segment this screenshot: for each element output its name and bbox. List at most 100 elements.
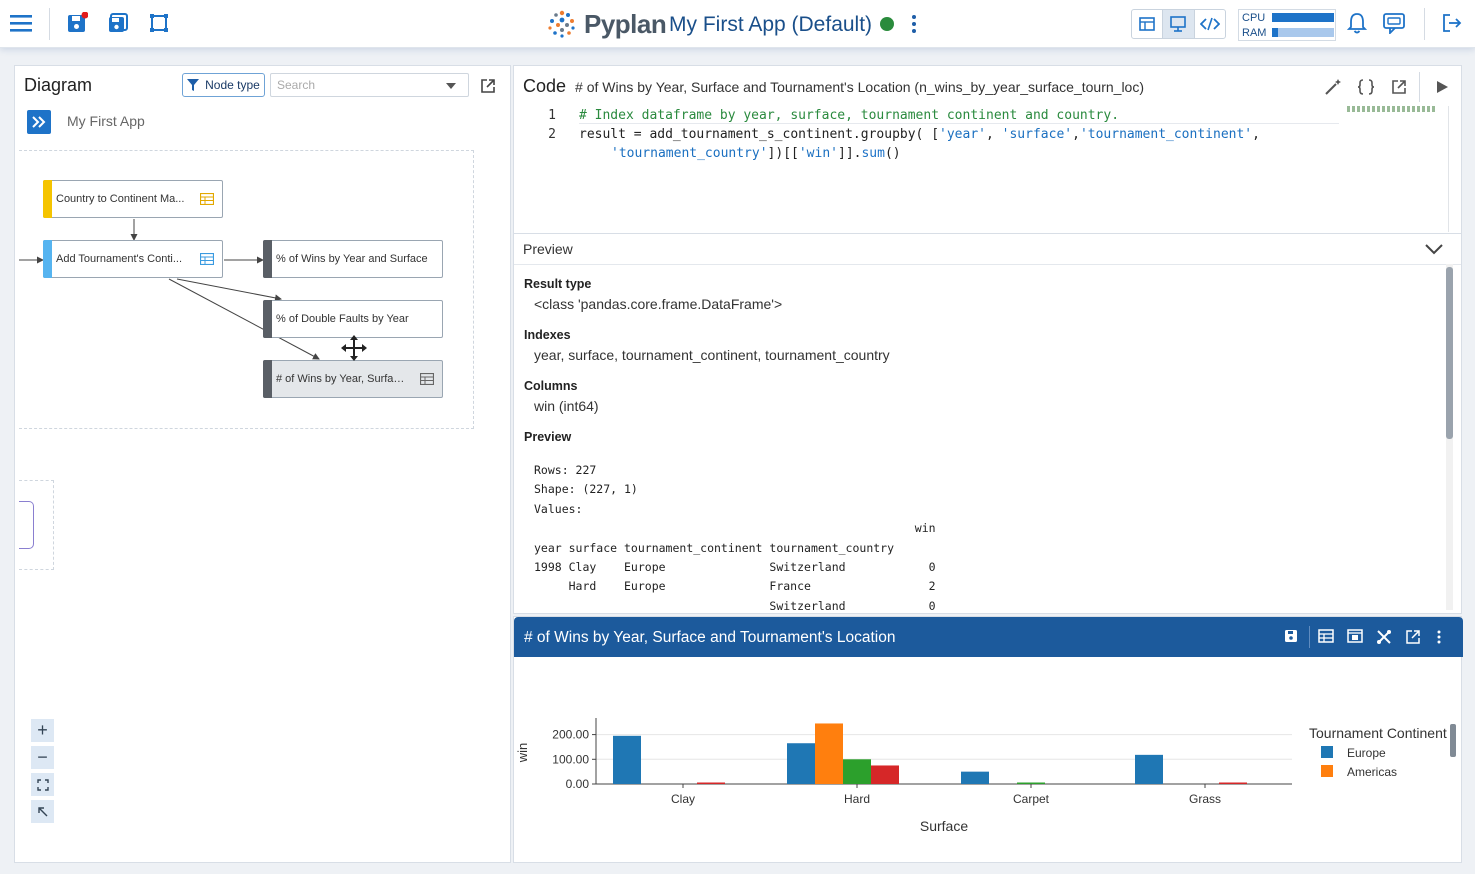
legend-swatch: [1321, 765, 1333, 777]
code-view-icon[interactable]: [1195, 10, 1225, 38]
preview-panel: Preview Result type <class 'pandas.core.…: [513, 233, 1462, 614]
code-heading: Code: [523, 76, 567, 96]
zoom-in-label: +: [37, 720, 48, 740]
code-function: sum: [861, 146, 885, 161]
code-token: ]].: [838, 146, 862, 161]
node-title: # of Wins by Year, Surface and Tournamen…: [575, 79, 1145, 95]
node-color-bar: [43, 180, 52, 218]
code-string: 'surface': [1001, 127, 1073, 142]
bar-grass-0: [1135, 754, 1163, 784]
code-token: ])[[: [767, 146, 799, 161]
dataframe-preview-text: Rows: 227 Shape: (227, 1) Values: win ye…: [534, 463, 936, 610]
fit-view-icon[interactable]: [30, 772, 55, 797]
legend-swatch: [1321, 746, 1333, 758]
fullscreen-icon[interactable]: [146, 10, 172, 36]
node-color-bar: [263, 300, 272, 338]
logout-icon[interactable]: [1439, 10, 1465, 36]
save-icon[interactable]: [1284, 629, 1300, 645]
zoom-out-button[interactable]: −: [30, 745, 55, 770]
indexes-label: Indexes: [524, 328, 571, 342]
result-type-value: <class 'pandas.core.frame.DataFrame'>: [534, 296, 783, 312]
open-external-icon[interactable]: [1405, 629, 1421, 645]
breadcrumb[interactable]: My First App: [67, 113, 145, 129]
code-header: Code # of Wins by Year, Surface and Tour…: [523, 76, 1144, 97]
y-tick-label: 100.00: [552, 752, 589, 766]
code-string: 'tournament_continent': [1079, 127, 1253, 142]
code-token: result = add_tournament_s_continent.grou…: [579, 127, 940, 142]
diagram-node-selected[interactable]: # of Wins by Year, Surfac...: [263, 360, 443, 398]
line-number: 1: [548, 108, 556, 123]
expand-sidebar-icon[interactable]: [27, 110, 51, 134]
legend-entry: Europe: [1347, 746, 1386, 760]
chat-icon[interactable]: [1381, 10, 1407, 36]
node-label: % of Double Faults by Year: [276, 313, 409, 325]
app-menu-kebab-icon[interactable]: [908, 13, 920, 35]
legend-scrollbar: [1450, 724, 1456, 757]
table-icon[interactable]: [1318, 629, 1334, 645]
columns-label: Columns: [524, 379, 578, 393]
braces-icon[interactable]: [1357, 78, 1375, 96]
diagram-node[interactable]: % of Double Faults by Year: [263, 300, 443, 338]
app-title: My First App (Default): [669, 13, 873, 36]
presentation-view-icon[interactable]: [1163, 10, 1195, 38]
editor-scrollbar[interactable]: [1448, 106, 1449, 232]
code-string: 'tournament_country': [611, 146, 768, 161]
toolbar-separator: [1419, 72, 1420, 102]
top-bar: Pyplan My First App (Default) CPU RAM: [0, 0, 1475, 48]
x-tick-label: Carpet: [1013, 792, 1050, 806]
code-token: ,: [1072, 127, 1080, 142]
pivot-icon[interactable]: [1347, 629, 1363, 645]
toolbar-separator: [1309, 626, 1310, 648]
open-external-icon[interactable]: [1390, 78, 1408, 96]
table-view-icon[interactable]: [1132, 10, 1164, 38]
code-token: ,: [1252, 127, 1260, 142]
magic-wand-icon[interactable]: [1324, 78, 1342, 96]
chart-panel: # of Wins by Year, Surface and Tournamen…: [513, 616, 1463, 863]
table-icon: [200, 253, 214, 265]
node-type-filter-button[interactable]: Node type: [182, 73, 265, 97]
zoom-in-button[interactable]: +: [30, 718, 55, 743]
bar-chart[interactable]: 0.00 100.00 200.00 Clay Hard Carpet Grass Surfa…: [514, 658, 1463, 863]
go-to-parent-icon[interactable]: [30, 799, 55, 824]
logo-icon: [548, 10, 575, 38]
divider: [514, 264, 1461, 265]
filter-icon: [187, 79, 200, 91]
diagram-node[interactable]: Add Tournament's Conti...: [43, 240, 223, 278]
current-line-highlight: [579, 123, 1339, 124]
diagram-search-input[interactable]: Search: [270, 73, 469, 97]
open-external-icon[interactable]: [479, 77, 497, 95]
diagram-node[interactable]: Country to Continent Ma...: [43, 180, 223, 218]
diagram-node[interactable]: % of Wins by Year and Surface: [263, 240, 443, 278]
code-string: 'win': [798, 146, 838, 161]
chevron-down-icon[interactable]: [1424, 242, 1444, 256]
node-type-label: Node type: [205, 78, 260, 92]
diagram-canvas[interactable]: Country to Continent Ma... Add Tournamen…: [19, 150, 474, 429]
y-tick-label: 0.00: [566, 777, 590, 791]
columns-value: win (int64): [534, 398, 599, 414]
save-icon[interactable]: [64, 10, 90, 36]
node-label: % of Wins by Year and Surface: [276, 253, 428, 265]
chevron-down-icon[interactable]: [446, 83, 456, 89]
legend-entry: Americas: [1347, 765, 1397, 779]
move-cursor-icon: [341, 335, 367, 361]
node-color-bar: [263, 360, 272, 398]
cpu-label: CPU: [1242, 11, 1266, 24]
preview-scroll-thumb[interactable]: [1446, 267, 1453, 439]
x-tick-label: Clay: [671, 792, 695, 806]
bar-carpet-2: [1017, 782, 1045, 784]
bell-icon[interactable]: [1344, 10, 1370, 36]
code-token: (): [884, 146, 901, 161]
zoom-out-label: −: [37, 747, 48, 767]
code-minimap[interactable]: [1347, 106, 1437, 112]
ram-bar: [1272, 28, 1334, 37]
pyplan-logo: Pyplan: [546, 8, 667, 40]
bar-clay-3: [697, 782, 725, 784]
more-options-icon[interactable]: [1436, 629, 1444, 645]
run-icon[interactable]: [1433, 78, 1451, 96]
logo-text: Pyplan: [584, 8, 667, 39]
preview-body: Result type <class 'pandas.core.frame.Da…: [524, 274, 1444, 610]
save-as-icon[interactable]: [105, 10, 131, 36]
tools-icon[interactable]: [1376, 629, 1392, 645]
ram-label: RAM: [1242, 26, 1267, 39]
menu-icon[interactable]: [8, 10, 34, 36]
